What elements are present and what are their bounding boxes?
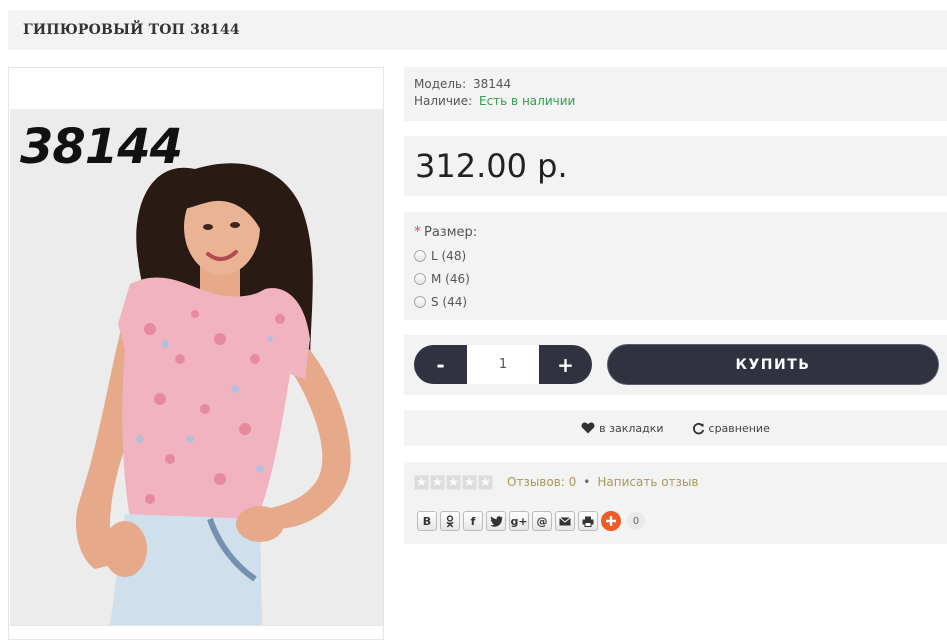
email-share-button[interactable]: @ — [532, 511, 552, 531]
size-label: Размер: — [424, 225, 478, 240]
share-buttons: В f g+ @ 0 — [417, 511, 937, 531]
add-to-cart-panel: - 1 + КУПИТЬ — [404, 335, 947, 395]
star-icon: ★ — [478, 474, 493, 490]
product-actions-panel: в закладки сравнение — [404, 410, 947, 446]
size-option-s[interactable]: S (44) — [414, 290, 937, 313]
size-options-panel: * Размер: L (48) M (46) S (44) — [404, 212, 947, 320]
page-title: ГИПЮРОВЫЙ ТОП 38144 — [23, 22, 240, 38]
printer-icon — [582, 516, 594, 527]
size-option-header: * Размер: — [414, 224, 937, 240]
twitter-share-button[interactable] — [486, 511, 506, 531]
product-photo[interactable]: 38144 — [10, 109, 383, 625]
stock-status: Есть в наличии — [479, 94, 576, 108]
rating-stars: ★ ★ ★ ★ ★ — [414, 474, 493, 490]
google-plus-share-button[interactable]: g+ — [509, 511, 529, 531]
reviews-count-link[interactable]: Отзывов: 0 — [507, 475, 576, 489]
star-icon: ★ — [414, 474, 429, 490]
size-radio-l[interactable] — [414, 249, 426, 262]
quantity-decrease-button[interactable]: - — [414, 345, 467, 384]
required-mark: * — [414, 224, 421, 240]
size-radio-m[interactable] — [414, 272, 426, 285]
vkontakte-share-button[interactable]: В — [417, 511, 437, 531]
compare-link[interactable]: сравнение — [692, 422, 770, 435]
image-divider — [9, 625, 383, 626]
share-count: 0 — [627, 512, 645, 530]
size-option-l[interactable]: L (48) — [414, 244, 937, 267]
buy-button[interactable]: КУПИТЬ — [608, 345, 938, 384]
model-label: Модель: — [414, 77, 467, 91]
star-icon: ★ — [430, 474, 445, 490]
size-option-label[interactable]: L (48) — [431, 249, 466, 263]
wishlist-link[interactable]: в закладки — [581, 422, 664, 435]
print-share-button[interactable] — [578, 511, 598, 531]
product-photo-label: 38144 — [20, 119, 183, 175]
star-icon: ★ — [446, 474, 461, 490]
model-value: 38144 — [473, 77, 512, 91]
twitter-icon — [489, 515, 502, 527]
quantity-input[interactable]: 1 — [467, 345, 539, 384]
plus-icon — [606, 516, 616, 526]
star-icon: ★ — [462, 474, 477, 490]
reviews-share-panel: ★ ★ ★ ★ ★ Отзывов: 0 • Написать отзыв В … — [404, 462, 947, 544]
product-meta-panel: Модель: 38144 Наличие: Есть в наличии — [404, 67, 947, 121]
quantity-increase-button[interactable]: + — [539, 345, 592, 384]
mail-share-button[interactable] — [555, 511, 575, 531]
facebook-share-button[interactable]: f — [463, 511, 483, 531]
stock-row: Наличие: Есть в наличии — [414, 93, 937, 110]
more-share-plus-button[interactable] — [601, 511, 621, 531]
price-panel: 312.00 р. — [404, 136, 947, 196]
size-option-label[interactable]: M (46) — [431, 272, 470, 286]
page-title-bar: ГИПЮРОВЫЙ ТОП 38144 — [8, 10, 947, 50]
product-price: 312.00 р. — [415, 147, 568, 185]
refresh-icon — [692, 422, 705, 435]
model-row: Модель: 38144 — [414, 76, 937, 93]
heart-icon — [581, 422, 595, 434]
compare-label[interactable]: сравнение — [709, 422, 770, 435]
wishlist-label[interactable]: в закладки — [599, 422, 663, 435]
size-option-m[interactable]: M (46) — [414, 267, 937, 290]
odnoklassniki-icon — [446, 514, 454, 527]
product-photo-illustration — [10, 109, 383, 625]
write-review-link[interactable]: Написать отзыв — [597, 475, 698, 489]
odnoklassniki-share-button[interactable] — [440, 511, 460, 531]
product-image-frame[interactable]: 38144 — [8, 67, 384, 640]
size-radio-s[interactable] — [414, 295, 426, 308]
separator-dot: • — [583, 475, 591, 489]
envelope-icon — [559, 516, 571, 525]
stock-label: Наличие: — [414, 94, 473, 108]
size-option-label[interactable]: S (44) — [431, 295, 467, 309]
rating-row: ★ ★ ★ ★ ★ Отзывов: 0 • Написать отзыв — [414, 472, 937, 492]
